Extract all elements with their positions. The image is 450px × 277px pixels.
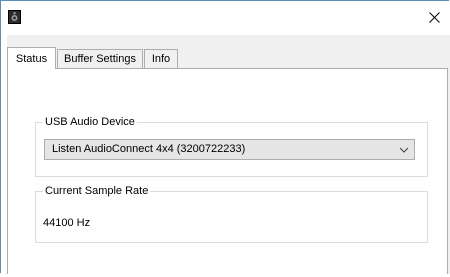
tab-status[interactable]: Status [7, 47, 56, 69]
usb-device-dropdown[interactable]: Listen AudioConnect 4x4 (3200722233) [44, 139, 415, 160]
tab-info-label: Info [151, 53, 171, 65]
tab-buffer-settings[interactable]: Buffer Settings [57, 49, 143, 68]
usb-device-selected-value: Listen AudioConnect 4x4 (3200722233) [52, 143, 246, 155]
chevron-down-icon [399, 145, 409, 153]
current-sample-rate-group-label: Current Sample Rate [43, 184, 151, 198]
close-icon [428, 12, 440, 26]
usb-audio-device-group: USB Audio Device Listen AudioConnect 4x4… [35, 115, 428, 177]
status-tab-panel: USB Audio Device Listen AudioConnect 4x4… [7, 68, 448, 274]
dialog-client-area: Status Buffer Settings Info USB Audio De… [7, 35, 450, 274]
tab-status-label: Status [15, 52, 48, 65]
title-bar[interactable] [0, 0, 450, 34]
tab-buffer-settings-label: Buffer Settings [64, 53, 136, 65]
close-button[interactable] [420, 7, 448, 31]
sample-rate-value: 44100 Hz [43, 217, 91, 229]
usb-audio-device-group-label: USB Audio Device [43, 115, 137, 129]
current-sample-rate-group: Current Sample Rate 44100 Hz [35, 184, 428, 243]
speaker-app-icon[interactable] [8, 10, 21, 24]
tab-info[interactable]: Info [144, 49, 178, 68]
